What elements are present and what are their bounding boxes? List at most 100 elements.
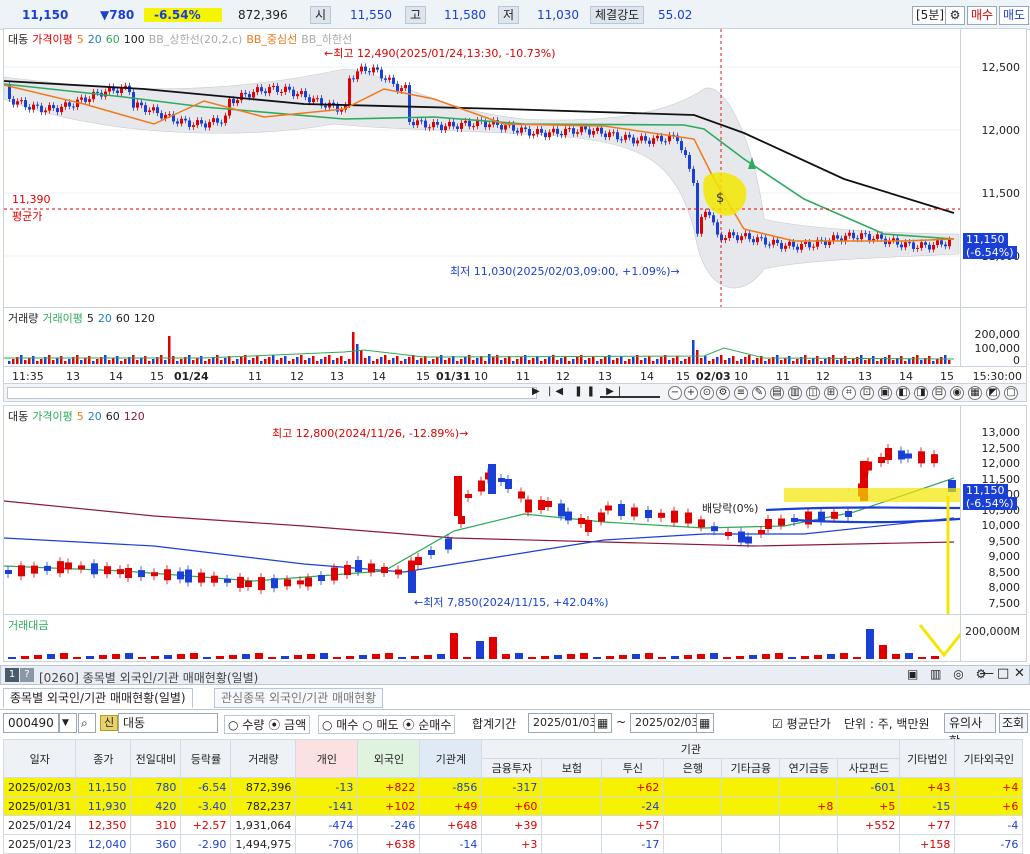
candle — [12, 99, 15, 105]
x-tick: 15 — [940, 370, 954, 383]
settings-icon[interactable]: ⚙ — [716, 386, 730, 400]
close-icon[interactable]: ✕ — [1014, 666, 1025, 681]
volume-bar — [396, 356, 399, 364]
chart-tool-icon[interactable]: ▤ — [770, 386, 784, 400]
volume-bar — [688, 357, 691, 364]
buy-button[interactable]: 매수 — [967, 6, 998, 25]
dropdown-icon[interactable]: ▼ — [59, 713, 77, 733]
chart-tool-icon[interactable]: ◧ — [896, 386, 910, 400]
volume-bar — [804, 355, 807, 364]
chart-tool-icon[interactable]: ≡ — [734, 386, 748, 400]
volume-bar — [428, 361, 431, 364]
time-axis: 15:30:00 11:35 13 14 15 01/24 11 12 13 14 15 01/31… — [3, 366, 1027, 384]
volume-bar — [592, 356, 595, 364]
window-tool-icons[interactable]: ▣ ▥ ◎ ⚙ — [907, 667, 990, 681]
amount-bar — [528, 657, 536, 659]
interval-button[interactable]: [5분] — [912, 6, 949, 25]
radio-buy[interactable]: ○ 매수 — [322, 718, 358, 732]
candle — [140, 102, 143, 106]
fit-icon[interactable]: ⊙ — [700, 386, 714, 400]
radio-sell[interactable]: ○ 매도 — [362, 718, 398, 732]
radio-qty[interactable]: ○ 수량 — [228, 718, 264, 732]
candle — [168, 114, 171, 116]
chart-tool-icon[interactable]: ▦ — [968, 386, 982, 400]
search-icon[interactable]: ⌕ — [78, 713, 96, 733]
volume-bar — [852, 359, 855, 364]
calendar-icon[interactable]: ▦ — [696, 713, 714, 733]
tab-watchlist-investor[interactable]: 관심종목 외국인/기관 매매현황 — [214, 688, 384, 708]
volume-bar — [500, 360, 503, 364]
amount-bar — [762, 654, 770, 659]
legend-ma120: 120 — [123, 410, 145, 423]
table-cell: 310 — [130, 815, 182, 835]
chart-tool-icon[interactable]: ⊡ — [860, 386, 874, 400]
candle — [868, 234, 871, 241]
stock-code-input[interactable]: 000490 — [3, 713, 59, 733]
candle — [605, 505, 612, 511]
table-cell: -246 — [357, 815, 421, 835]
gear-icon[interactable]: ⚙ — [945, 6, 965, 25]
candle — [568, 128, 571, 130]
chart-tool-icon[interactable]: ◨ — [914, 386, 928, 400]
table-row[interactable]: 2025/02/03 11,150 780 -6.54 872,396 -13 +822 -8… — [2, 777, 1024, 797]
volume-bar — [512, 361, 515, 364]
minimize-icon[interactable]: — — [981, 666, 994, 681]
volume-bar — [380, 357, 383, 364]
candle — [464, 120, 467, 123]
chart-tool-icon[interactable]: ◩ — [986, 386, 1000, 400]
x-tick: 11 — [776, 370, 790, 383]
amount-bar — [853, 657, 861, 659]
x-tick: 12 — [816, 370, 830, 383]
chart-scrollbar[interactable] — [7, 387, 537, 399]
chart-tool-icon[interactable]: ▥ — [788, 386, 802, 400]
radio-amount[interactable]: ⦿ 금액 — [268, 718, 306, 732]
zoom-slider[interactable] — [600, 388, 660, 398]
zoom-out-icon[interactable]: − — [668, 386, 682, 400]
chart-tool-icon[interactable]: ✎ — [752, 386, 766, 400]
candle — [237, 576, 244, 588]
scroll-right-icon[interactable]: ▶ — [532, 386, 540, 397]
strength-value: 55.02 — [658, 8, 693, 22]
price-axis: 12,500 12,000 11,500 11,000 11,150 (-6.5… — [960, 29, 1026, 307]
chart-tool-icon[interactable]: ◫ — [806, 386, 820, 400]
volume-bar — [408, 357, 411, 364]
daily-chart-canvas[interactable] — [4, 406, 964, 614]
new-listing-badge: 신 — [100, 715, 119, 731]
tab-stock-investor[interactable]: 종목별 외국인/기관 매매현황(일별) — [3, 688, 193, 708]
chart-tool-icon[interactable]: ⌗ — [842, 386, 856, 400]
notice-button[interactable]: 유의사항 — [944, 713, 996, 748]
x-tick: 02/03 — [696, 370, 731, 383]
candle — [355, 560, 362, 572]
table-row[interactable]: 2025/01/24 12,350 310 +2.57 1,931,064 -474 -24… — [2, 815, 1024, 835]
chart-tool-icon[interactable]: ⊞ — [824, 386, 838, 400]
candle — [544, 132, 547, 138]
candle — [356, 71, 359, 80]
candle — [57, 561, 64, 574]
volume-bar — [272, 355, 275, 364]
daily-amount-canvas[interactable] — [4, 615, 964, 661]
amount-bar — [411, 656, 419, 659]
chart-tool-icon[interactable]: ▢ — [1004, 386, 1018, 400]
calendar-icon[interactable]: ▦ — [594, 713, 612, 733]
sell-button[interactable]: 매도 — [999, 6, 1030, 25]
chart-tool-icon[interactable]: ⊟ — [932, 386, 946, 400]
amount-bar — [281, 656, 289, 659]
radio-net[interactable]: ⦿ 순매수 — [402, 718, 451, 732]
table-row[interactable]: 2025/01/31 11,930 420 -3.40 782,237 -141 +102 +… — [2, 796, 1024, 816]
maximize-icon[interactable]: □ — [997, 666, 1009, 681]
volume-bar — [660, 357, 663, 364]
chart-tool-icon[interactable]: ◉ — [950, 386, 964, 400]
candle — [700, 217, 703, 234]
volume-bar — [724, 360, 727, 364]
candle — [892, 238, 895, 241]
volume-bar — [532, 358, 535, 364]
col-header: 일자 — [2, 739, 77, 778]
query-button[interactable]: 조회 — [999, 713, 1028, 733]
amount-bar — [307, 654, 315, 659]
help-icon[interactable]: ? — [20, 668, 34, 682]
chart-tool-icon[interactable]: ▣ — [878, 386, 892, 400]
avg-price-checkbox[interactable]: ☑ 평균단가 — [772, 715, 831, 732]
zoom-in-icon[interactable]: + — [684, 386, 698, 400]
candle — [692, 168, 695, 183]
volume-bar — [672, 358, 675, 364]
